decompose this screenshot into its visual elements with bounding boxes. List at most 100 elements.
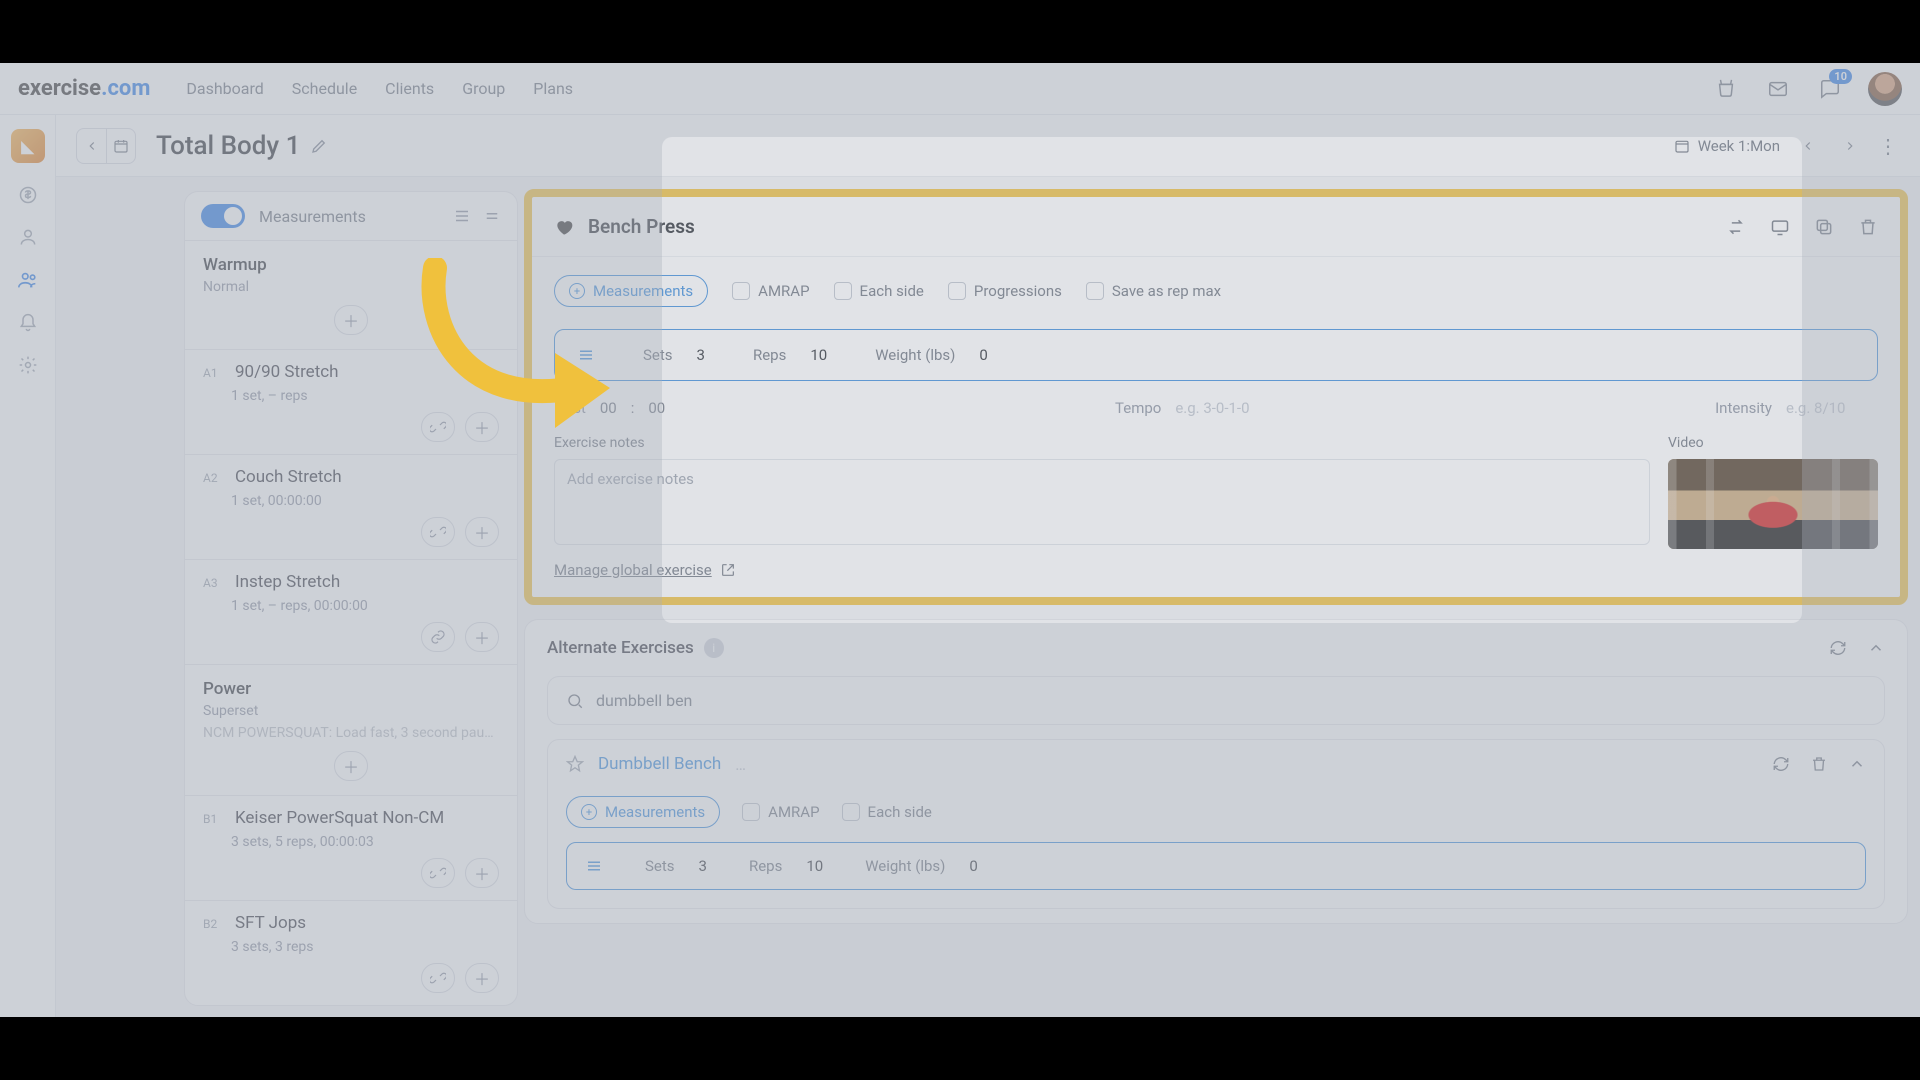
nav-plans[interactable]: Plans <box>533 79 573 98</box>
weight-label: Weight (lbs) <box>875 346 955 364</box>
tempo-input[interactable] <box>1175 399 1265 417</box>
exercise-row[interactable]: A3 Instep Stretch 1 set, – reps, 00:00:0… <box>185 559 517 664</box>
save-rep-max-checkbox[interactable]: Save as rep max <box>1086 282 1221 300</box>
alt-measurements-chip[interactable]: +Measurements <box>566 796 720 828</box>
workout-panel: Measurements Warmup Normal ＋ A1 90/90 St… <box>184 191 518 1006</box>
left-column: Measurements Warmup Normal ＋ A1 90/90 St… <box>56 177 524 1017</box>
week-next-button[interactable] <box>1836 132 1864 160</box>
each-side-checkbox[interactable]: Each side <box>834 282 924 300</box>
exercise-row[interactable]: B2 SFT Jops 3 sets, 3 reps ＋ <box>185 900 517 1005</box>
exercise-name: Keiser PowerSquat Non-CM <box>235 808 444 828</box>
screen-icon[interactable] <box>1770 217 1790 237</box>
alternate-name[interactable]: Dumbbell Bench <box>598 754 721 774</box>
exercise-detail-card: Bench Press + Measurements AMRAP Each si… <box>524 189 1908 605</box>
unlink-button[interactable] <box>421 963 455 993</box>
metrics-row[interactable]: Sets3 Reps10 Weight (lbs)0 <box>554 329 1878 381</box>
star-icon[interactable] <box>566 755 584 773</box>
dollar-icon[interactable] <box>18 185 38 205</box>
nav-schedule[interactable]: Schedule <box>292 79 357 98</box>
rest-colon: : <box>631 399 635 417</box>
copy-icon[interactable] <box>1814 217 1834 237</box>
exercise-row[interactable]: B1 Keiser PowerSquat Non-CM 3 sets, 5 re… <box>185 795 517 900</box>
add-exercise-button[interactable]: ＋ <box>334 751 368 781</box>
swap-icon[interactable] <box>1726 217 1746 237</box>
drag-handle-icon[interactable] <box>585 857 603 875</box>
alternate-exercises-card: Alternate Exercises i dumbbell ben Dumbb… <box>524 619 1908 924</box>
rest-ss[interactable]: 00 <box>648 399 665 417</box>
measurements-chip[interactable]: + Measurements <box>554 275 708 307</box>
add-exercise-button[interactable]: ＋ <box>334 305 368 335</box>
week-prev-button[interactable] <box>1794 132 1822 160</box>
link-button[interactable] <box>421 622 455 652</box>
drag-handle-icon[interactable] <box>577 346 595 364</box>
info-icon[interactable]: i <box>704 638 724 658</box>
nav-dashboard[interactable]: Dashboard <box>186 79 263 98</box>
back-button[interactable] <box>76 128 106 164</box>
alt-amrap-checkbox[interactable]: AMRAP <box>742 803 819 821</box>
add-set-button[interactable]: ＋ <box>465 963 499 993</box>
notes-input[interactable] <box>554 459 1650 545</box>
intensity-input[interactable] <box>1786 399 1876 417</box>
add-set-button[interactable]: ＋ <box>465 858 499 888</box>
bell-icon[interactable] <box>18 313 38 333</box>
sets-value[interactable]: 3 <box>697 346 705 364</box>
org-logo[interactable]: ◣ <box>11 129 45 163</box>
equals-icon[interactable] <box>483 207 501 225</box>
brand-text-b: .com <box>101 76 150 101</box>
mail-icon[interactable] <box>1764 75 1792 103</box>
refresh-icon[interactable] <box>1772 755 1790 773</box>
alt-metrics-row[interactable]: Sets3 Reps10 Weight (lbs)0 <box>566 842 1866 890</box>
trash-icon[interactable] <box>1858 217 1878 237</box>
edit-title-icon[interactable] <box>310 137 328 155</box>
reps-value[interactable]: 10 <box>810 346 827 364</box>
section-sub: Superset <box>203 703 499 719</box>
intensity-label: Intensity <box>1715 399 1772 417</box>
chevron-up-icon[interactable] <box>1848 755 1866 773</box>
unlink-button[interactable] <box>421 517 455 547</box>
unlink-button[interactable] <box>421 858 455 888</box>
list-icon[interactable] <box>453 207 471 225</box>
alternates-search-value: dumbbell ben <box>596 691 692 710</box>
subbar: Total Body 1 Week 1:Mon ⋮ <box>0 115 1920 177</box>
calendar-button[interactable] <box>106 128 136 164</box>
add-set-button[interactable]: ＋ <box>465 412 499 442</box>
gear-icon[interactable] <box>18 355 38 375</box>
search-icon <box>566 692 584 710</box>
weight-value[interactable]: 0 <box>979 346 987 364</box>
chevron-up-icon[interactable] <box>1867 639 1885 657</box>
add-set-button[interactable]: ＋ <box>465 622 499 652</box>
add-set-button[interactable]: ＋ <box>465 517 499 547</box>
user-icon[interactable] <box>18 227 38 247</box>
notification-badge: 10 <box>1829 69 1852 84</box>
trash-icon[interactable] <box>1810 755 1828 773</box>
right-column: Bench Press + Measurements AMRAP Each si… <box>524 177 1920 1017</box>
section-power: Power Superset NCM POWERSQUAT: Load fast… <box>185 664 517 795</box>
manage-global-link[interactable]: Manage global exercise <box>532 549 758 597</box>
more-menu-icon[interactable]: ⋮ <box>1878 134 1900 158</box>
video-thumbnail[interactable] <box>1668 459 1878 549</box>
exercise-name: Instep Stretch <box>235 572 340 592</box>
section-title: Power <box>203 679 499 699</box>
alternates-search[interactable]: dumbbell ben <box>547 676 1885 725</box>
cart-icon[interactable] <box>1712 75 1740 103</box>
nav-clients[interactable]: Clients <box>385 79 434 98</box>
main-nav: Dashboard Schedule Clients Group Plans <box>186 79 573 98</box>
amrap-checkbox[interactable]: AMRAP <box>732 282 809 300</box>
alt-each-side-checkbox[interactable]: Each side <box>842 803 932 821</box>
reps-label: Reps <box>753 346 786 364</box>
chat-icon[interactable]: 10 <box>1816 75 1844 103</box>
week-label: Week 1:Mon <box>1698 137 1780 155</box>
group-icon[interactable] <box>17 269 39 291</box>
week-selector[interactable]: Week 1:Mon <box>1674 137 1780 155</box>
section-warmup: Warmup Normal ＋ <box>185 240 517 349</box>
unlink-button[interactable] <box>421 412 455 442</box>
exercise-row[interactable]: A2 Couch Stretch 1 set, 00:00:00 ＋ <box>185 454 517 559</box>
exercise-row[interactable]: A1 90/90 Stretch 1 set, – reps ＋ <box>185 349 517 454</box>
progressions-checkbox[interactable]: Progressions <box>948 282 1062 300</box>
nav-group[interactable]: Group <box>462 79 505 98</box>
rest-mm[interactable]: 00 <box>600 399 617 417</box>
avatar[interactable] <box>1868 72 1902 106</box>
measurements-toggle[interactable] <box>201 204 245 228</box>
favorite-icon[interactable] <box>554 217 574 237</box>
refresh-icon[interactable] <box>1829 639 1847 657</box>
